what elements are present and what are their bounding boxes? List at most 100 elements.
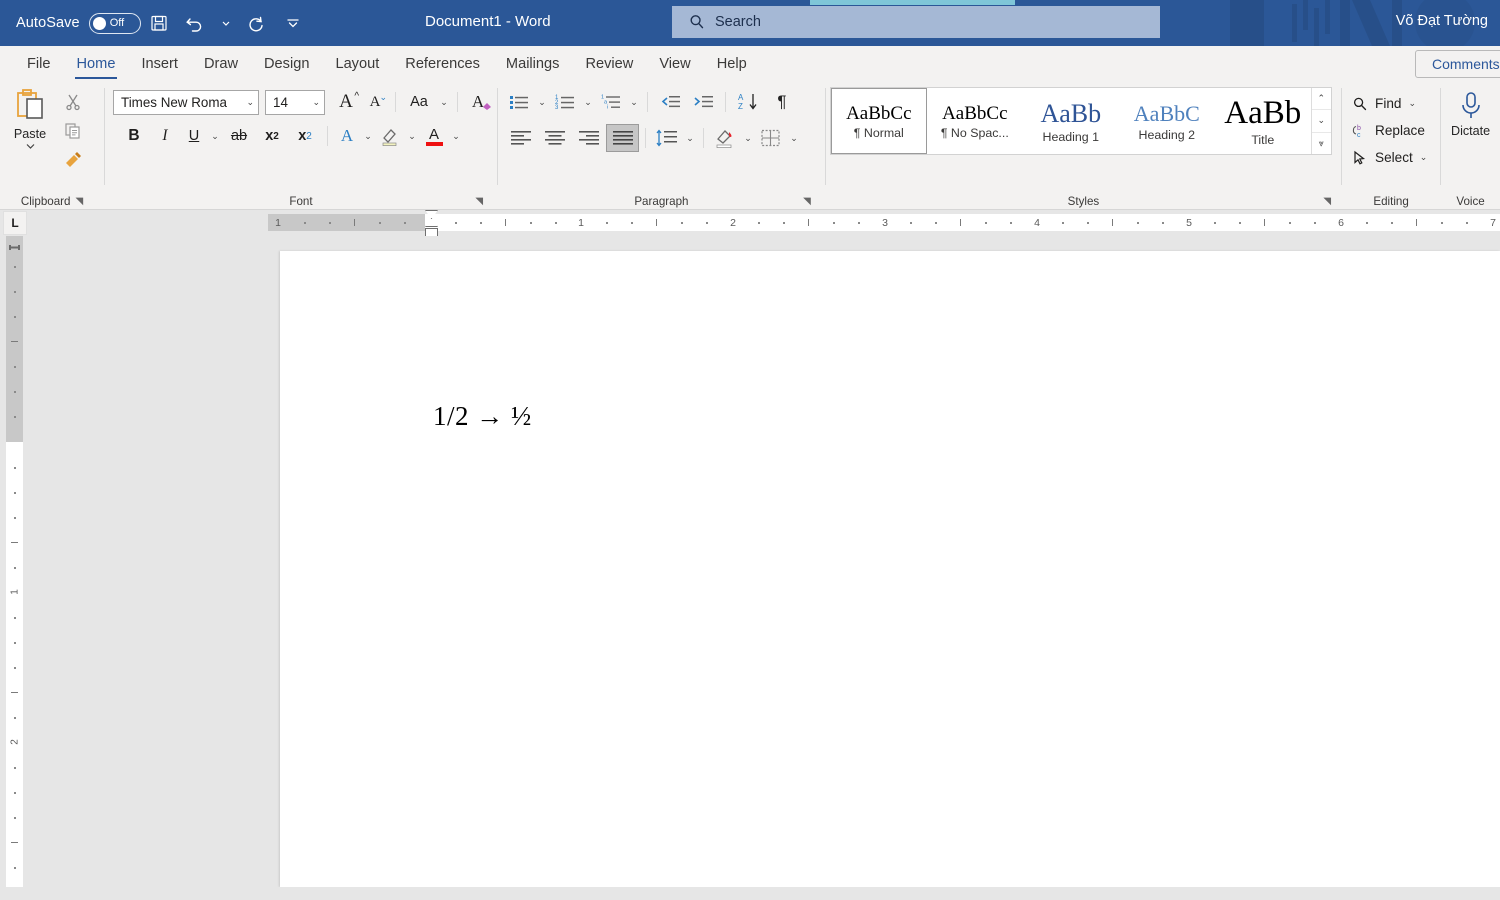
strikethrough-button[interactable]: ab [223,122,255,150]
font-group-label: Font [289,194,313,208]
numbered-list-icon[interactable]: 1 2 3 [550,88,580,116]
tab-help[interactable]: Help [704,46,760,82]
undo-icon[interactable] [177,4,213,42]
ruler-tick: 1 [275,216,281,229]
tab-references[interactable]: References [392,46,493,82]
tab-design[interactable]: Design [251,46,322,82]
highlight-dropdown-icon[interactable]: ⌄ [405,122,419,150]
change-case-dropdown-icon[interactable]: ⌄ [437,88,451,116]
font-color-dropdown-icon[interactable]: ⌄ [449,122,463,150]
style-item-no-spacing[interactable]: AaBbCc ¶ No Spac... [927,88,1023,154]
decrease-indent-icon[interactable] [654,88,686,116]
styles-dialog-launcher[interactable]: ◥ [1323,196,1331,207]
align-justify-icon[interactable] [606,124,639,152]
shading-dropdown-icon[interactable]: ⌄ [741,124,755,152]
tab-home[interactable]: Home [64,46,129,82]
search-input[interactable]: Search [672,6,1160,38]
borders-dropdown-icon[interactable]: ⌄ [787,124,801,152]
style-item-heading-1[interactable]: AaBb Heading 1 [1023,88,1119,154]
underline-button[interactable]: U [181,122,207,150]
svg-text:A: A [738,93,744,102]
align-left-icon[interactable] [504,124,537,152]
format-painter-icon[interactable] [60,148,86,172]
find-dropdown-icon[interactable]: ⌄ [1408,98,1416,109]
autosave-toggle[interactable]: Off [88,12,141,34]
tab-insert[interactable]: Insert [128,46,191,82]
tab-draw[interactable]: Draw [191,46,251,82]
chevron-down-icon: ⌄ [312,96,321,107]
save-icon[interactable] [141,4,177,42]
scroll-up-icon[interactable]: ⌃ [1311,88,1331,111]
increase-indent-icon[interactable] [687,88,719,116]
horizontal-ruler[interactable]: L 1 1 2 3 4 5 6 7 [0,210,1500,237]
user-account-name[interactable]: Võ Đạt Tường [1396,13,1488,29]
comments-button[interactable]: Comments [1415,50,1500,78]
font-name-combo[interactable]: Times New Roma ⌄ [113,89,260,115]
show-formatting-marks-icon[interactable]: ¶ [767,88,797,116]
subscript-button[interactable]: x2 [256,122,288,150]
tab-file[interactable]: File [14,46,64,82]
customize-qat-icon[interactable] [275,4,311,42]
select-button[interactable]: Select ⌄ [1352,144,1427,171]
scroll-down-icon[interactable]: ⌄ [1311,110,1331,133]
clear-formatting-icon[interactable]: A [464,88,492,116]
shading-icon[interactable] [710,124,740,152]
paste-button[interactable]: Paste [0,82,60,150]
text-effects-icon[interactable]: A [334,122,360,150]
ribbon-group-clipboard: Paste Clipboard ◥ [0,82,104,210]
styles-more-icon[interactable]: ⩔ [1312,133,1331,154]
bullet-list-dropdown-icon[interactable]: ⌄ [535,88,549,116]
multilevel-list-dropdown-icon[interactable]: ⌄ [627,88,641,116]
vertical-ruler[interactable]: 1 2 [6,236,23,887]
change-case-icon[interactable]: Aa [402,88,436,116]
style-preview: AaBbCc [942,102,1008,124]
shrink-font-icon[interactable]: A ⌄ [361,88,389,116]
autosave-toggle-knob [92,16,106,30]
font-size-combo[interactable]: 14 ⌄ [265,89,326,115]
ruler-tick: 1 [578,216,584,229]
bold-button[interactable]: B [119,122,149,150]
style-item-normal[interactable]: AaBbCc ¶ Normal [830,88,927,154]
ruler-tick: 2 [730,216,736,229]
find-button[interactable]: Find ⌄ [1352,90,1416,117]
bullet-list-icon[interactable] [504,88,534,116]
clipboard-dialog-launcher[interactable]: ◥ [75,196,83,207]
select-dropdown-icon[interactable]: ⌄ [1420,152,1428,163]
divider [327,126,329,146]
document-body-text[interactable]: 1/2 → ½ [433,401,532,432]
text-effects-dropdown-icon[interactable]: ⌄ [361,122,375,150]
replace-button[interactable]: b c Replace [1352,117,1425,144]
copy-icon[interactable] [60,119,86,143]
ribbon: Paste Clipboard ◥ Times New Roma ⌄ 14 ⌄ … [0,82,1500,210]
document-page[interactable]: 1/2 → ½ DAOTAOTINHOC.VN [280,251,1500,887]
tab-stop-selector[interactable]: L [3,211,27,235]
underline-dropdown-icon[interactable]: ⌄ [208,122,222,150]
styles-gallery: AaBbCc ¶ Normal AaBbCc ¶ No Spac... AaBb… [829,87,1332,155]
tab-review[interactable]: Review [572,46,646,82]
multilevel-list-icon[interactable]: 1 a i [596,88,626,116]
grow-font-icon[interactable]: A ^ [332,88,360,116]
tab-layout[interactable]: Layout [322,46,392,82]
italic-button[interactable]: I [150,122,180,150]
tab-mailings[interactable]: Mailings [493,46,573,82]
font-color-glyph: A [429,125,440,143]
align-center-icon[interactable] [538,124,571,152]
style-item-title[interactable]: AaBb Title [1215,88,1311,154]
font-dialog-launcher[interactable]: ◥ [475,196,483,207]
numbered-list-dropdown-icon[interactable]: ⌄ [581,88,595,116]
borders-icon[interactable] [756,124,786,152]
align-right-icon[interactable] [572,124,605,152]
superscript-button[interactable]: x2 [289,122,321,150]
line-spacing-icon[interactable] [652,124,682,152]
redo-icon[interactable] [239,4,275,42]
font-color-icon[interactable]: A [420,122,448,150]
tab-view[interactable]: View [646,46,703,82]
cut-icon[interactable] [60,90,86,114]
undo-dropdown-icon[interactable] [213,4,239,42]
paragraph-dialog-launcher[interactable]: ◥ [803,196,811,207]
paste-icon [17,89,43,119]
sort-icon[interactable]: AZ [732,88,766,116]
highlight-icon[interactable] [376,122,404,150]
line-spacing-dropdown-icon[interactable]: ⌄ [683,124,697,152]
style-item-heading-2[interactable]: AaBbC Heading 2 [1119,88,1215,154]
